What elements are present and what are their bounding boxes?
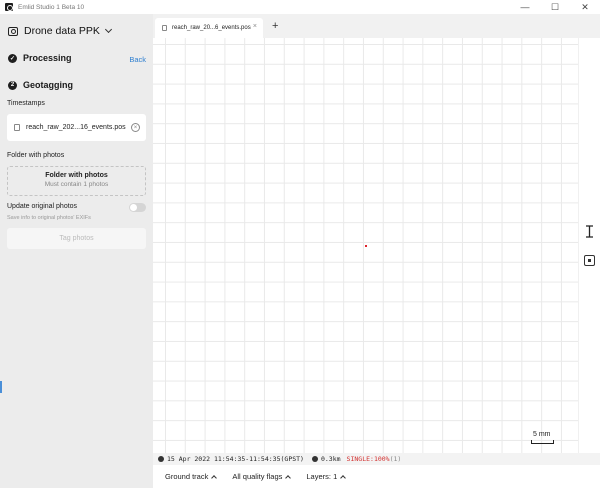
title-bar: Emlid Studio 1 Beta 10 — ☐ ✕ (0, 0, 600, 14)
text-cursor-icon[interactable] (585, 225, 594, 238)
sidebar: Drone data PPK ✓ Processing Back 2 Geota… (0, 14, 153, 488)
tag-photos-button[interactable]: Tag photos (7, 228, 146, 249)
solution-status: SINGLE:100% (346, 455, 390, 463)
step-processing-label: Processing (23, 53, 72, 63)
time-range: 15 Apr 2022 11:54:35-11:54:35(GPST) (167, 455, 304, 463)
clear-file-icon[interactable]: × (131, 123, 140, 132)
update-photos-label: Update original photos (7, 203, 78, 210)
close-button[interactable]: ✕ (570, 0, 600, 14)
chevron-up-icon (340, 474, 347, 481)
chevron-down-icon (104, 25, 112, 34)
quality-flags-label: All quality flags (232, 472, 283, 481)
step-geotagging-label: Geotagging (23, 80, 73, 90)
step-number-badge: 2 (8, 80, 17, 90)
scale-bar (531, 440, 554, 444)
solution-count: (1) (389, 455, 402, 463)
minimize-button[interactable]: — (510, 0, 540, 14)
status-bar: 15 Apr 2022 11:54:35-11:54:35(GPST) 0.3k… (153, 453, 600, 465)
distance-value: 0.3km (320, 455, 341, 463)
folder-drop-zone[interactable]: Folder with photos Must contain 1 photos (7, 166, 146, 196)
document-icon (162, 25, 167, 31)
clock-icon (158, 456, 164, 462)
bottom-toolbar: Ground track All quality flags Layers: 1 (153, 465, 600, 488)
maximize-button[interactable]: ☐ (540, 0, 570, 14)
check-icon: ✓ (8, 53, 17, 63)
app-logo-icon (5, 3, 13, 11)
map-tool-strip (578, 38, 600, 453)
project-selector[interactable]: Drone data PPK (0, 14, 153, 48)
tab-events-file[interactable]: reach_raw_20...6_events.pos × (155, 18, 263, 38)
project-title: Drone data PPK (24, 25, 100, 37)
center-map-icon[interactable] (584, 255, 595, 266)
folder-label: Folder with photos (7, 152, 65, 159)
timestamps-label: Timestamps (7, 100, 45, 107)
add-tab-button[interactable]: + (272, 20, 278, 32)
scroll-indicator (0, 381, 2, 393)
distance-icon (311, 456, 318, 462)
timestamps-file-name: reach_raw_202...16_events.pos (26, 124, 126, 131)
ground-track-label: Ground track (165, 472, 209, 481)
track-point[interactable] (365, 245, 367, 247)
step-geotagging: 2 Geotagging (8, 80, 73, 90)
folder-drop-title: Folder with photos (45, 172, 108, 179)
window-controls: — ☐ ✕ (510, 0, 600, 14)
drone-camera-icon (8, 26, 18, 36)
chevron-up-icon (211, 474, 218, 481)
update-photos-toggle[interactable] (129, 203, 146, 212)
layers-label: Layers: 1 (306, 472, 338, 481)
layers-menu[interactable]: Layers: 1 (306, 472, 347, 481)
timestamps-file-card[interactable]: reach_raw_202...16_events.pos × (7, 114, 146, 141)
tab-label: reach_raw_20...6_events.pos (172, 25, 251, 31)
map-canvas[interactable] (153, 38, 600, 453)
chevron-up-icon (285, 474, 292, 481)
update-photos-note: Save info to original photos' EXIFs (7, 215, 91, 221)
back-link[interactable]: Back (129, 55, 146, 64)
scale-label: 5 mm (533, 431, 551, 438)
ground-track-menu[interactable]: Ground track (165, 472, 218, 481)
tab-close-icon[interactable]: × (253, 23, 257, 30)
folder-drop-subtitle: Must contain 1 photos (44, 181, 109, 188)
quality-flags-menu[interactable]: All quality flags (232, 472, 292, 481)
step-processing[interactable]: ✓ Processing (8, 53, 72, 63)
tab-strip: reach_raw_20...6_events.pos × + (153, 14, 600, 38)
document-icon (14, 124, 20, 131)
window-title: Emlid Studio 1 Beta 10 (18, 3, 85, 11)
